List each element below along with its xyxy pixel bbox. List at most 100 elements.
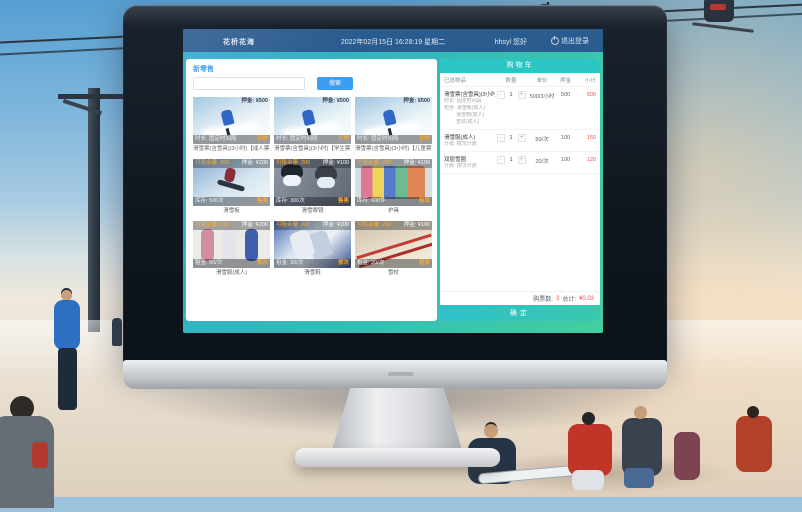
cart-summary: 购票数: 3 总计: ¥0.03 xyxy=(440,291,600,305)
cart-item-name: 双层雪圈 xyxy=(444,155,495,163)
column-items: 已选物品 xyxy=(440,76,495,84)
product-name: 滑雪票(含雪具)(3小时)【成人票】 xyxy=(193,144,270,154)
search-button[interactable]: 搜索 xyxy=(317,77,353,90)
shop-section-label: 新零售 xyxy=(193,64,214,74)
cart-item-unit-price: 50/次 xyxy=(527,133,557,148)
rent-quota: 可租余量: 200 xyxy=(276,159,310,168)
cart-item-detail: 计费: 按次计费 xyxy=(444,163,495,170)
product-name: 雪杖 xyxy=(355,268,432,278)
product-name: 滑雪服(成人) xyxy=(193,268,270,278)
increase-quantity-button[interactable]: + xyxy=(518,91,526,99)
stock-label: 租金: 20/次 xyxy=(357,259,384,268)
stock-label: 时长: 固定时间段 xyxy=(195,135,237,144)
cart-column-headers: 已选物品 数量 单价 押金 小计 xyxy=(440,73,600,87)
product-name: 滑雪票(含雪具)(3小时)【儿童票】 xyxy=(355,144,432,154)
product-name: 滑雪板 xyxy=(193,206,270,216)
quantity-value: 1 xyxy=(507,91,516,99)
product-image: 押金: ¥500 时长: 固定时间段计时 xyxy=(274,97,351,144)
product-panel: 新零售 搜索 押金: ¥500 时长: 固定时间段计时 滑雪票(含雪具)(3小时… xyxy=(186,59,437,321)
cart-item: 双层雪圈 计费: 按次计费 - 1 + 20/次 100 120 xyxy=(440,152,600,174)
search-input[interactable] xyxy=(193,77,305,90)
product-card[interactable]: 可租余量: 200押金: ¥100 租金: 20/次租赁 雪杖 xyxy=(355,221,432,278)
cart-item-unit-price: 20/次 xyxy=(527,155,557,170)
cart-item-detail: 滑雪鞋(成人) xyxy=(444,112,495,119)
billing-tag: 计时 xyxy=(419,135,430,144)
deposit-label: 押金: ¥500 xyxy=(241,97,268,106)
cart-item-detail: 时长: 固定时间段 xyxy=(444,98,495,105)
ticket-count-label: 购票数: xyxy=(533,294,553,303)
product-card[interactable]: 可租余量: 200 押金: ¥100 租金: 30/次 按次 滑雪鞋 xyxy=(274,221,351,278)
billing-tag: 计时 xyxy=(338,135,349,144)
column-deposit: 押金 xyxy=(557,76,574,84)
lift-pylon-arm xyxy=(58,94,126,99)
deposit-label: 押金: ¥100 xyxy=(323,221,349,230)
cart-item-detail: 包含: 滑雪板(成人) xyxy=(444,105,495,112)
billing-tag: 按次 xyxy=(338,259,349,268)
cart-item-deposit: 500 xyxy=(557,90,574,126)
confirm-button[interactable]: 确定 xyxy=(440,305,600,321)
person-figure xyxy=(736,406,772,476)
product-name: 滑雪眼镜 xyxy=(274,206,351,216)
stock-label: 库存: 500次 xyxy=(195,197,224,206)
product-card[interactable]: 押金: ¥500 时长: 固定时间段 计时 滑雪票(含雪具)(3小时)【成人票】 xyxy=(193,97,270,154)
product-card[interactable]: 可租余量: 200押金: ¥200 租金: 50/次按次 滑雪服(成人) xyxy=(193,221,270,278)
logout-label: 退出登录 xyxy=(561,36,589,46)
rent-quota: 可租余量: 200 xyxy=(195,221,229,230)
deposit-label: 押金: ¥100 xyxy=(404,221,430,230)
product-name: 滑雪鞋 xyxy=(274,268,351,278)
column-subtotal: 小计 xyxy=(574,76,600,84)
cart-item-name: 滑雪票(含雪具)(3小时)【成人票】 xyxy=(444,90,495,98)
product-card[interactable]: 押金: ¥500 时长: 固定时间段计时 滑雪票(含雪具)(3小时)【儿童票】 xyxy=(355,97,432,154)
product-image: 押金: ¥500 时长: 固定时间段 计时 xyxy=(193,97,270,144)
product-card[interactable]: 可租余量: 200押金: ¥100 库存: 300次售卖 滑雪眼镜 xyxy=(274,159,351,216)
product-image: 可租余量: 200押金: ¥100 租金: 20/次租赁 xyxy=(355,221,432,268)
person-figure xyxy=(112,318,122,346)
cart-item-unit-price: 500/3小时 xyxy=(527,90,557,126)
app-screen: 花桥花海 2022年02月15日 16:28:19 星期二 hhsyl 您好 退… xyxy=(183,29,603,333)
product-image: 可租余量: 200 押金: ¥100 租金: 30/次 按次 xyxy=(274,221,351,268)
billing-tag: 租赁 xyxy=(419,197,430,206)
billing-tag: 计时 xyxy=(257,135,268,144)
stock-label: 时长: 固定时间段 xyxy=(357,135,399,144)
deposit-label: 押金: ¥200 xyxy=(242,221,268,230)
increase-quantity-button[interactable]: + xyxy=(518,134,526,142)
cart-item-name: 滑雪服(成人) xyxy=(444,133,495,141)
column-unit-price: 单价 xyxy=(527,76,557,84)
stock-label: 时长: 固定时间段 xyxy=(276,135,318,144)
stock-label: 租金: 30/次 xyxy=(276,259,303,268)
product-name: 护具 xyxy=(355,206,432,216)
cart-item-subtotal: 150 xyxy=(574,133,600,148)
search-bar: 搜索 xyxy=(193,77,353,90)
person-figure xyxy=(674,432,700,480)
person-figure xyxy=(0,402,62,512)
billing-tag: 租赁 xyxy=(419,259,430,268)
product-card[interactable]: 可租余量: 200押金: ¥200 库存: 500次售卖 滑雪板 xyxy=(193,159,270,216)
person-figure xyxy=(48,290,88,416)
product-card[interactable]: 可租余量: 200押金: ¥100 库存: 600件租赁 护具 xyxy=(355,159,432,216)
cart-item-deposit: 100 xyxy=(557,133,574,148)
decrease-quantity-button[interactable]: - xyxy=(497,156,505,164)
column-quantity: 数量 xyxy=(495,76,527,84)
cart-item: 滑雪服(成人) 计费: 按次计费 - 1 + 50/次 100 150 xyxy=(440,130,600,152)
billing-tag: 售卖 xyxy=(338,197,349,206)
product-image: 押金: ¥500 时长: 固定时间段计时 xyxy=(355,97,432,144)
rent-quota: 可租余量: 200 xyxy=(195,159,229,168)
cart-title: 购物车 xyxy=(440,59,600,73)
user-greeting: hhsyl 您好 xyxy=(495,37,527,47)
ticket-count-value: 3 xyxy=(556,296,559,302)
product-card[interactable]: 押金: ¥500 时长: 固定时间段计时 滑雪票(含雪具)(3小时)【学生票】 xyxy=(274,97,351,154)
deposit-label: 押金: ¥100 xyxy=(404,159,430,168)
stock-label: 库存: 300次 xyxy=(276,197,305,206)
rent-quota: 可租余量: 200 xyxy=(276,221,310,230)
cart-panel: 购物车 已选物品 数量 单价 押金 小计 滑雪票(含雪具)(3小时)【成人票】 … xyxy=(440,59,600,321)
monitor-stand-base xyxy=(295,448,500,467)
product-image: 可租余量: 200押金: ¥100 库存: 600件租赁 xyxy=(355,159,432,206)
stock-label: 库存: 600件 xyxy=(357,197,386,206)
power-icon xyxy=(551,37,559,45)
increase-quantity-button[interactable]: + xyxy=(518,156,526,164)
billing-tag: 售卖 xyxy=(257,197,268,206)
decrease-quantity-button[interactable]: - xyxy=(497,91,505,99)
decrease-quantity-button[interactable]: - xyxy=(497,134,505,142)
logout-button[interactable]: 退出登录 xyxy=(551,36,589,46)
total-label: 总计: xyxy=(562,294,576,303)
